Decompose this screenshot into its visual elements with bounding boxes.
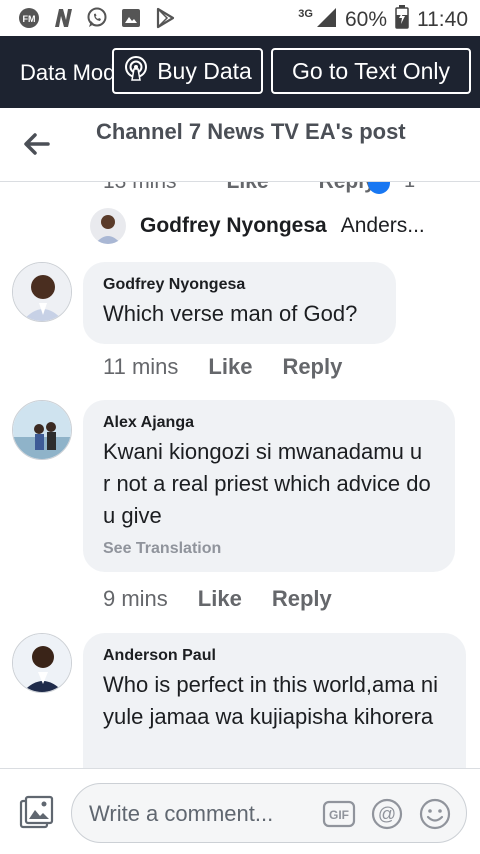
play-store-icon <box>154 7 176 29</box>
like-button[interactable]: Like <box>227 182 269 194</box>
avatar[interactable] <box>12 262 72 322</box>
broadcast-icon <box>123 55 149 87</box>
comment-bubble[interactable]: Anderson Paul Who is perfect in this wor… <box>83 633 466 768</box>
gallery-icon <box>120 7 142 29</box>
comment-feed[interactable]: 13 mins Like Reply 1 Godfrey Nyongesa An… <box>0 182 480 768</box>
buy-data-label: Buy Data <box>157 57 252 84</box>
svg-text:FM: FM <box>23 14 36 24</box>
comment-bubble[interactable]: Alex Ajanga Kwani kiongozi si mwanadamu … <box>83 400 455 572</box>
comment-bubble[interactable]: Godfrey Nyongesa Which verse man of God? <box>83 262 396 344</box>
status-bar: FM 3G 60% 11:40 <box>0 0 480 36</box>
signal-icon <box>315 6 337 34</box>
comment-author[interactable]: Godfrey Nyongesa <box>103 275 376 295</box>
avatar <box>90 208 126 244</box>
comment-input[interactable]: Write a comment... GIF @ <box>71 783 467 843</box>
comment-composer: Write a comment... GIF @ <box>0 768 480 854</box>
reply-author[interactable]: Godfrey Nyongesa <box>140 214 327 238</box>
reply-button[interactable]: Reply <box>282 354 342 380</box>
clock: 11:40 <box>417 8 468 31</box>
network-type: 3G <box>298 8 313 20</box>
avatar[interactable] <box>12 633 72 693</box>
mention-icon[interactable]: @ <box>370 797 404 831</box>
comment-actions: 9 mins Like Reply <box>103 586 332 612</box>
whatsapp-icon <box>86 7 108 29</box>
photo-icon[interactable] <box>18 795 54 831</box>
reply-preview[interactable]: Godfrey Nyongesa Anders... <box>90 208 470 244</box>
comment-text: Kwani kiongozi si mwanadamu u r not a re… <box>103 439 431 528</box>
text-only-label: Go to Text Only <box>291 57 451 84</box>
page-title: Channel 7 News TV EA's post <box>96 119 406 144</box>
post-header: Channel 7 News TV EA's post <box>0 108 480 182</box>
reaction-count: 1 <box>404 182 415 193</box>
svg-text:@: @ <box>378 804 396 824</box>
comment-author[interactable]: Alex Ajanga <box>103 413 435 433</box>
buy-data-button[interactable]: Buy Data <box>112 48 263 94</box>
data-mode-banner: Data Mode Buy Data Go to Text Only <box>0 36 480 108</box>
back-arrow-icon[interactable] <box>20 127 54 161</box>
avatar[interactable] <box>12 400 72 460</box>
comment-text: Which verse man of God? <box>103 301 358 326</box>
battery-icon <box>395 5 409 35</box>
previous-comment-actions: 13 mins Like Reply <box>103 182 376 194</box>
comment-text: Who is perfect in this world,ama ni yule… <box>103 672 439 729</box>
gif-icon[interactable]: GIF <box>322 797 356 831</box>
emoji-icon[interactable] <box>418 797 452 831</box>
fm-radio-icon: FM <box>18 7 40 29</box>
comment-author[interactable]: Anderson Paul <box>103 646 446 666</box>
svg-text:GIF: GIF <box>329 808 349 822</box>
battery-percent: 60% <box>344 8 387 31</box>
reply-snippet: Anders... <box>340 214 425 237</box>
comment-actions: 11 mins Like Reply <box>103 354 342 380</box>
comment-time: 13 mins <box>103 182 177 194</box>
comment-time: 9 mins <box>103 586 168 611</box>
like-button[interactable]: Like <box>198 586 242 612</box>
reply-button[interactable]: Reply <box>272 586 332 612</box>
comment-placeholder: Write a comment... <box>89 801 274 826</box>
text-only-button[interactable]: Go to Text Only <box>271 48 471 94</box>
see-translation-link[interactable]: See Translation <box>103 540 435 558</box>
like-button[interactable]: Like <box>208 354 252 380</box>
comment-time: 11 mins <box>103 354 179 379</box>
n-app-icon <box>52 7 74 29</box>
